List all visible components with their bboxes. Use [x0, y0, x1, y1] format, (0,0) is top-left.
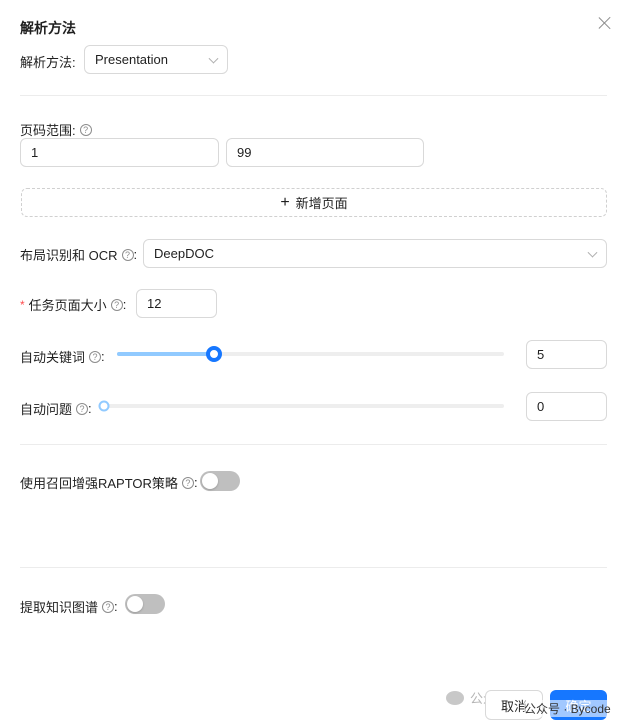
- slider-fill: [117, 352, 214, 356]
- parse-method-select[interactable]: Presentation: [84, 45, 228, 74]
- task-page-size-input[interactable]: 12: [136, 289, 217, 318]
- layout-ocr-value: DeepDOC: [154, 246, 214, 261]
- auto-keywords-input[interactable]: 5: [526, 340, 607, 369]
- parse-method-dialog: 解析方法 解析方法: Presentation 页码范围: ? 1 99 + 新…: [0, 0, 624, 726]
- watermark-overlay: 公众号 · Bycode: [524, 700, 611, 717]
- chevron-down-icon: [587, 247, 598, 258]
- help-icon[interactable]: ?: [76, 402, 89, 415]
- page-start-input[interactable]: 1: [20, 138, 219, 167]
- close-icon[interactable]: [596, 14, 614, 32]
- divider: [20, 567, 607, 568]
- help-icon[interactable]: ?: [181, 476, 194, 489]
- chevron-down-icon: [208, 53, 219, 64]
- page-end-input[interactable]: 99: [226, 138, 424, 167]
- knowledge-graph-toggle[interactable]: [125, 594, 165, 614]
- wechat-icon: [446, 690, 464, 705]
- help-icon[interactable]: ?: [89, 350, 102, 363]
- add-page-button[interactable]: + 新增页面: [21, 188, 607, 217]
- auto-questions-input[interactable]: 0: [526, 392, 607, 421]
- divider: [20, 95, 607, 96]
- auto-keywords-slider[interactable]: [117, 346, 504, 362]
- help-icon[interactable]: ?: [102, 600, 115, 613]
- divider: [20, 444, 607, 445]
- slider-handle[interactable]: [205, 346, 222, 362]
- task-page-size-label: * 任务页面大小 ? :: [20, 297, 127, 313]
- help-icon[interactable]: ?: [79, 123, 92, 136]
- knowledge-graph-label: 提取知识图谱 ? :: [20, 599, 118, 615]
- page-range-label: 页码范围: ?: [20, 120, 92, 139]
- raptor-toggle[interactable]: [200, 471, 240, 491]
- raptor-label: 使用召回增强RAPTOR策略 ? :: [20, 475, 198, 491]
- parse-method-value: Presentation: [95, 52, 168, 67]
- auto-keywords-label: 自动关键词 ? :: [20, 349, 105, 365]
- auto-questions-slider[interactable]: [98, 400, 504, 412]
- help-icon[interactable]: ?: [121, 248, 134, 261]
- slider-handle[interactable]: [98, 400, 110, 412]
- parse-method-label: 解析方法:: [20, 55, 76, 70]
- layout-ocr-select[interactable]: DeepDOC: [143, 239, 607, 268]
- dialog-title: 解析方法: [20, 20, 76, 36]
- auto-questions-label: 自动问题 ? :: [20, 401, 92, 417]
- layout-ocr-label: 布局识别和 OCR ? :: [20, 247, 138, 263]
- help-icon[interactable]: ?: [110, 298, 123, 311]
- plus-icon: +: [280, 193, 290, 211]
- required-marker: *: [20, 297, 25, 312]
